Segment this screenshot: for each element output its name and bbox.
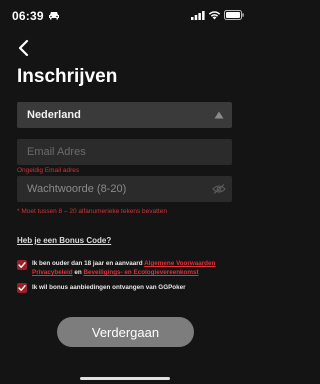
password-error-text: * Moet tussen 8 – 20 alfanumerieke teken… bbox=[17, 208, 167, 215]
email-field[interactable] bbox=[17, 139, 232, 165]
page-title: Inschrijven bbox=[17, 66, 118, 87]
password-field-container bbox=[17, 176, 232, 202]
checkmark-icon bbox=[18, 285, 26, 291]
bonus-offers-consent: Ik wil bonus aanbiedingen ontvangen van … bbox=[32, 284, 186, 291]
checkmark-icon bbox=[18, 262, 26, 268]
status-bar: 06:39 bbox=[0, 0, 250, 28]
privacy-link[interactable]: Privacybeleid bbox=[32, 269, 73, 276]
back-button[interactable] bbox=[14, 38, 34, 58]
bonus-offers-checkbox[interactable] bbox=[17, 283, 27, 293]
age-terms-checkbox[interactable] bbox=[17, 260, 27, 270]
security-ecology-link[interactable]: Beveiligings- en Ecologievereenkomst bbox=[83, 269, 198, 276]
country-select[interactable]: Nederland bbox=[17, 102, 232, 128]
age-terms-text: Ik ben ouder dan 18 jaar en aanvaard bbox=[32, 260, 145, 267]
continue-button[interactable]: Verdergaan bbox=[57, 317, 194, 347]
country-value: Nederland bbox=[27, 109, 81, 121]
consent-and-text: en bbox=[72, 269, 84, 276]
eye-off-icon[interactable] bbox=[212, 184, 226, 194]
age-terms-consent: Ik ben ouder dan 18 jaar en aanvaard Alg… bbox=[32, 259, 237, 277]
password-field[interactable] bbox=[17, 176, 232, 202]
email-error-text: Ongeldig Email adres bbox=[17, 167, 80, 174]
email-field-container bbox=[17, 139, 232, 165]
status-time: 06:39 bbox=[12, 9, 44, 23]
bonus-code-link[interactable]: Heb je een Bonus Code? bbox=[17, 236, 111, 245]
caret-up-icon bbox=[214, 111, 224, 119]
wifi-icon bbox=[208, 11, 221, 20]
battery-icon bbox=[224, 10, 244, 20]
home-indicator bbox=[80, 377, 170, 380]
chevron-left-icon bbox=[18, 39, 29, 57]
signal-icon bbox=[191, 11, 205, 20]
car-icon bbox=[49, 12, 59, 20]
terms-link[interactable]: Algemene Voorwaarden bbox=[144, 260, 215, 267]
